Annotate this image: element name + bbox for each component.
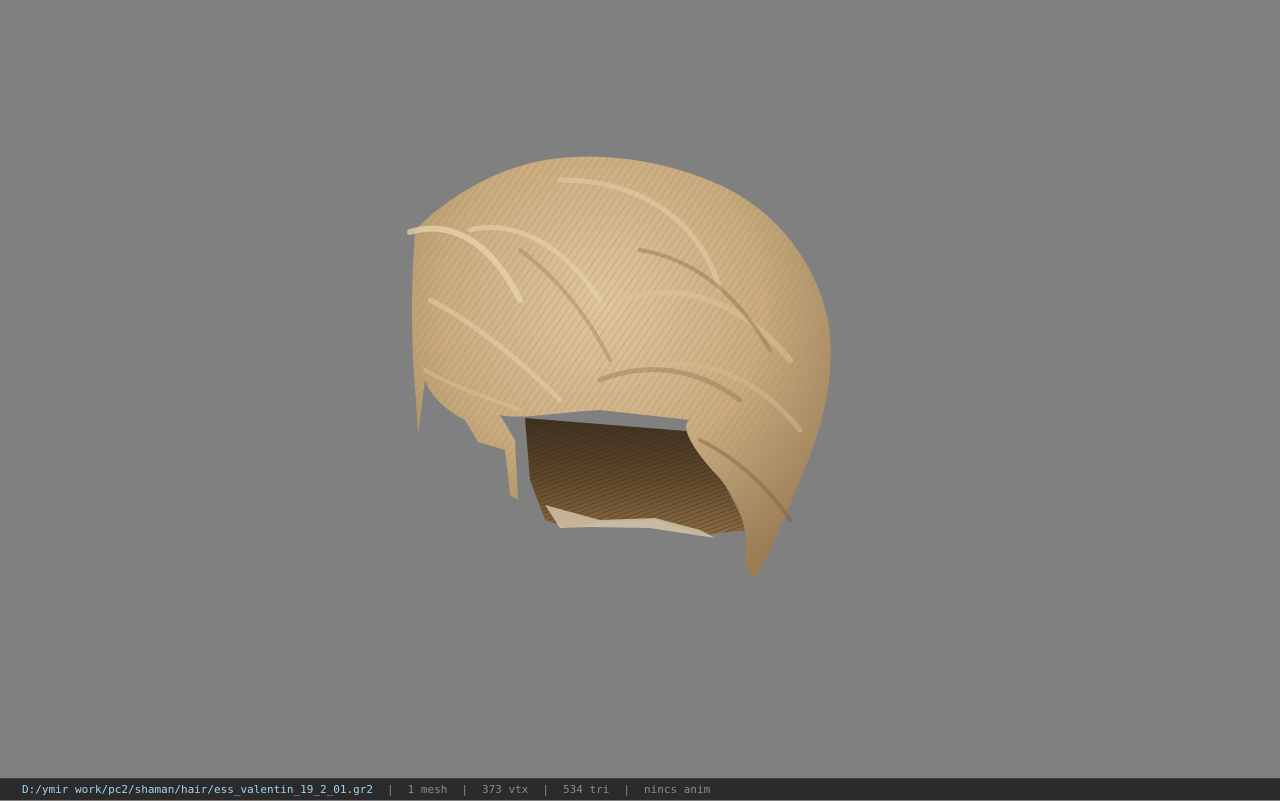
animation-status: nincs anim [643, 782, 711, 796]
separator: | [542, 782, 549, 796]
triangle-count: 534 tri [562, 782, 610, 796]
separator: | [461, 782, 468, 796]
vertex-count: 373 vtx [482, 782, 529, 796]
status-bar: D:/ymir work/pc2/shaman/hair/ess_valenti… [0, 778, 1280, 800]
hair-model-render[interactable] [0, 0, 1280, 778]
separator: | [623, 782, 630, 796]
3d-viewport[interactable] [0, 0, 1280, 778]
mesh-count: 1 mesh [407, 782, 448, 796]
separator: | [387, 782, 394, 796]
file-path: D:/ymir work/pc2/shaman/hair/ess_valenti… [22, 782, 373, 796]
